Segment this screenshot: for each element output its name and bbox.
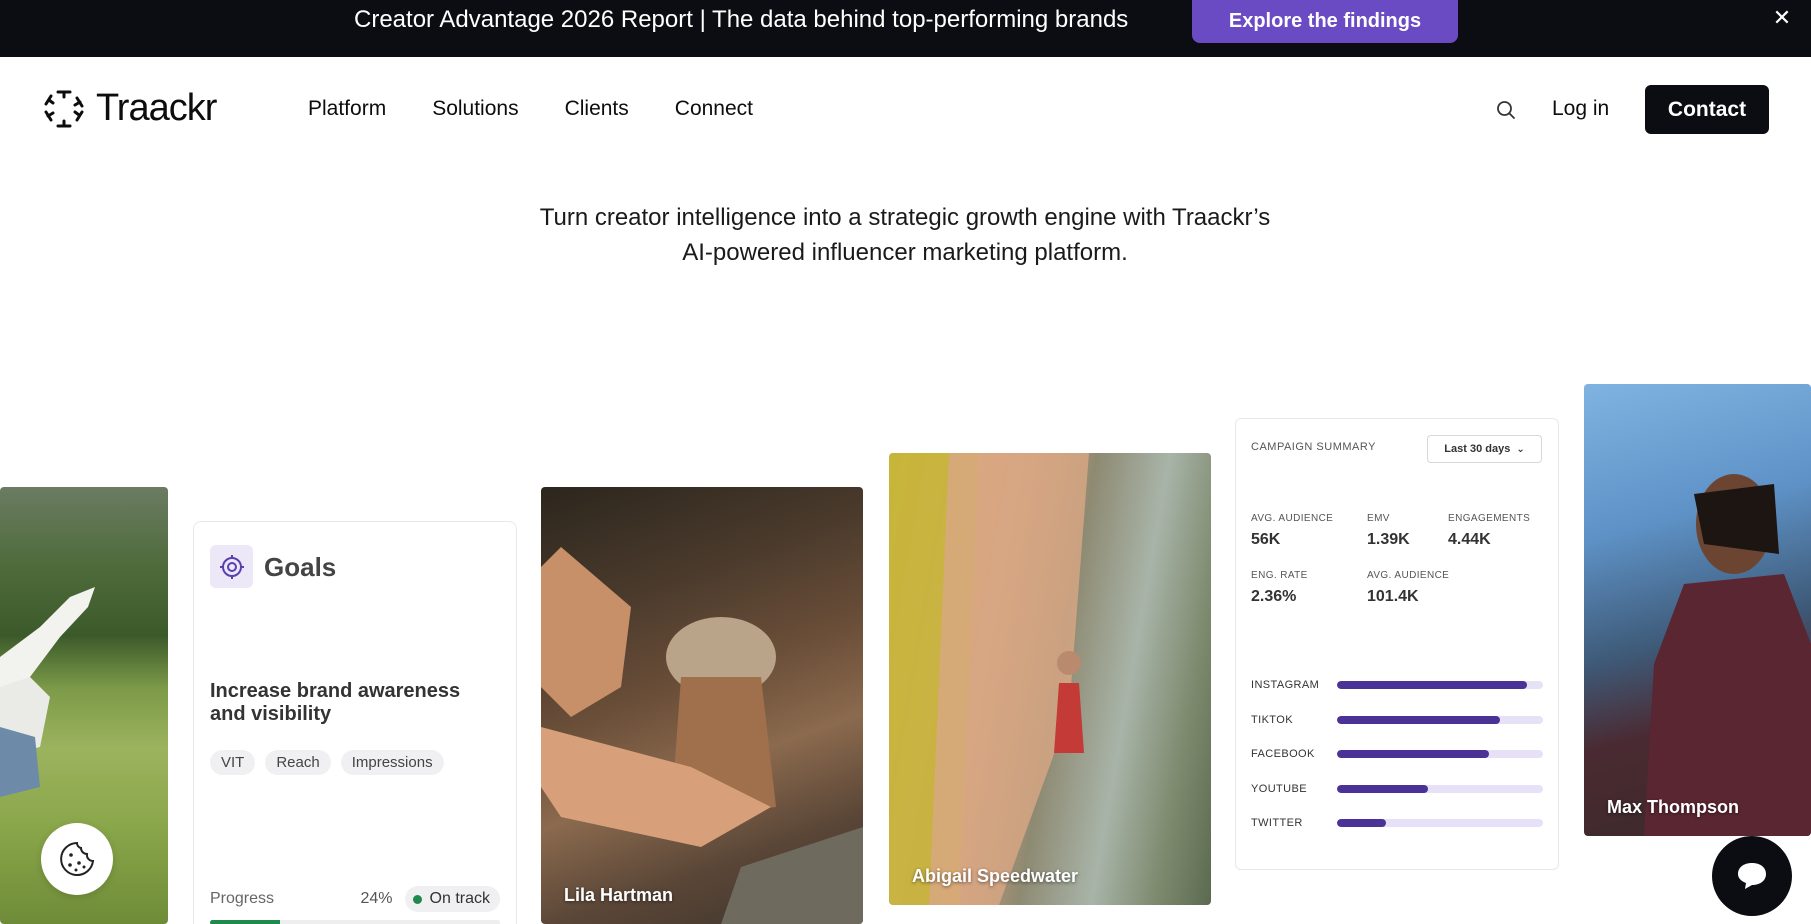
search-icon[interactable] (1494, 98, 1518, 122)
platform-bar-fill (1337, 716, 1500, 724)
progress-bar (210, 920, 500, 924)
creator-photo-abigail[interactable]: Abigail Speedwater (889, 453, 1211, 905)
status-dot-icon (412, 894, 422, 904)
tag-vit: VIT (210, 750, 256, 775)
platform-label: FACEBOOK (1251, 748, 1315, 760)
creator-name-lila: Lila Hartman (564, 885, 674, 905)
creator-name-abigail: Abigail Speedwater (912, 866, 1079, 886)
login-link[interactable]: Log in (1552, 96, 1609, 122)
hero-line-1: Turn creator intelligence into a strateg… (539, 204, 1271, 231)
metric-label: AVG. AUDIENCE (1367, 570, 1450, 581)
main-nav: Platform Solutions Clients Connect (308, 96, 799, 122)
metric-avg-audience-2: AVG. AUDIENCE 101.4K (1367, 570, 1449, 606)
platform-bar (1337, 819, 1543, 827)
date-range-select[interactable]: Last 30 days ⌄ (1427, 435, 1542, 463)
metric-label: AVG. AUDIENCE (1251, 513, 1334, 524)
metric-engagements: ENGAGEMENTS 4.44K (1448, 513, 1530, 549)
tag-reach: Reach (265, 750, 331, 775)
platform-bar (1337, 716, 1543, 724)
goals-card[interactable]: Goals Increase brand awareness and visib… (193, 521, 517, 924)
chevron-down-icon: ⌄ (1516, 443, 1525, 455)
platform-bar-fill (1337, 681, 1527, 689)
max-photo-illustration (1644, 474, 1811, 836)
metric-eng-rate: ENG. RATE 2.36% (1251, 570, 1308, 606)
creator-photo-lila[interactable]: Lila Hartman (541, 487, 863, 924)
hero-line-2: AI-powered influencer marketing platform… (682, 239, 1128, 266)
contact-button[interactable]: Contact (1645, 85, 1769, 134)
announcement-text: Creator Advantage 2026 Report | The data… (354, 6, 1129, 33)
progress-row: Progress 24% On track (210, 886, 500, 912)
status-badge: On track (404, 886, 500, 912)
platform-row-twitter: TWITTER (1251, 816, 1543, 830)
metric-value: 4.44K (1448, 531, 1491, 548)
close-icon[interactable]: ✕ (1770, 5, 1794, 30)
target-icon (210, 545, 253, 588)
cookie-settings-button[interactable] (41, 823, 113, 895)
platform-bar-fill (1337, 750, 1490, 758)
goal-tags: VIT Reach Impressions (210, 750, 454, 775)
progress-bar-fill (210, 920, 280, 924)
nav-connect[interactable]: Connect (675, 96, 753, 122)
platform-bar (1337, 681, 1543, 689)
nav-clients[interactable]: Clients (565, 96, 629, 122)
nav-solutions[interactable]: Solutions (432, 96, 518, 122)
creator-name-max: Max Thompson (1607, 797, 1740, 817)
campaign-summary-card[interactable]: CAMPAIGN SUMMARY Last 30 days ⌄ AVG. AUD… (1235, 418, 1559, 870)
goals-description: Increase brand awareness and visibility (210, 680, 461, 725)
tag-impressions: Impressions (340, 750, 444, 775)
announcement-bar: Creator Advantage 2026 Report | The data… (0, 0, 1811, 57)
platform-row-youtube: YOUTUBE (1251, 782, 1543, 796)
platform-label: TIKTOK (1251, 714, 1293, 726)
goals-title: Goals (264, 552, 337, 582)
logo-text: Traackr (96, 87, 217, 129)
chat-button[interactable] (1712, 836, 1792, 916)
hero-tagline: Turn creator intelligence into a strateg… (405, 200, 1405, 270)
platform-label: TWITTER (1251, 817, 1303, 829)
platform-label: INSTAGRAM (1251, 679, 1320, 691)
platform-row-facebook: FACEBOOK (1251, 747, 1543, 761)
metric-value: 1.39K (1367, 531, 1410, 548)
campaign-summary-title: CAMPAIGN SUMMARY (1251, 441, 1376, 453)
logo[interactable]: Traackr (42, 86, 217, 130)
abigail-photo-illustration (889, 453, 1089, 905)
platform-bar (1337, 785, 1543, 793)
metric-label: ENGAGEMENTS (1448, 513, 1531, 524)
platform-bar-fill (1337, 819, 1387, 827)
progress-label: Progress (210, 890, 275, 907)
metric-label: EMV (1367, 513, 1390, 524)
platform-label: YOUTUBE (1251, 783, 1307, 795)
traackr-logo-icon (44, 90, 84, 128)
status-text: On track (429, 890, 490, 907)
platform-row-tiktok: TIKTOK (1251, 713, 1543, 727)
platform-bar (1337, 750, 1543, 758)
platform-row-instagram: INSTAGRAM (1251, 678, 1543, 692)
metric-value: 101.4K (1367, 588, 1419, 605)
metric-value: 2.36% (1251, 588, 1297, 605)
explore-findings-button[interactable]: Explore the findings (1192, 0, 1458, 43)
metric-emv: EMV 1.39K (1367, 513, 1410, 549)
chat-bubble-icon (1738, 863, 1766, 889)
metric-value: 56K (1251, 531, 1281, 548)
cookie-icon (60, 841, 95, 876)
nav-platform[interactable]: Platform (308, 96, 386, 122)
progress-percent: 24% (360, 890, 393, 907)
metric-avg-audience: AVG. AUDIENCE 56K (1251, 513, 1333, 549)
metric-label: ENG. RATE (1251, 570, 1308, 581)
creator-photo-max[interactable]: Max Thompson (1584, 384, 1811, 836)
lila-photo-illustration (541, 547, 863, 924)
platform-bar-fill (1337, 785, 1428, 793)
date-range-value: Last 30 days (1444, 443, 1511, 455)
